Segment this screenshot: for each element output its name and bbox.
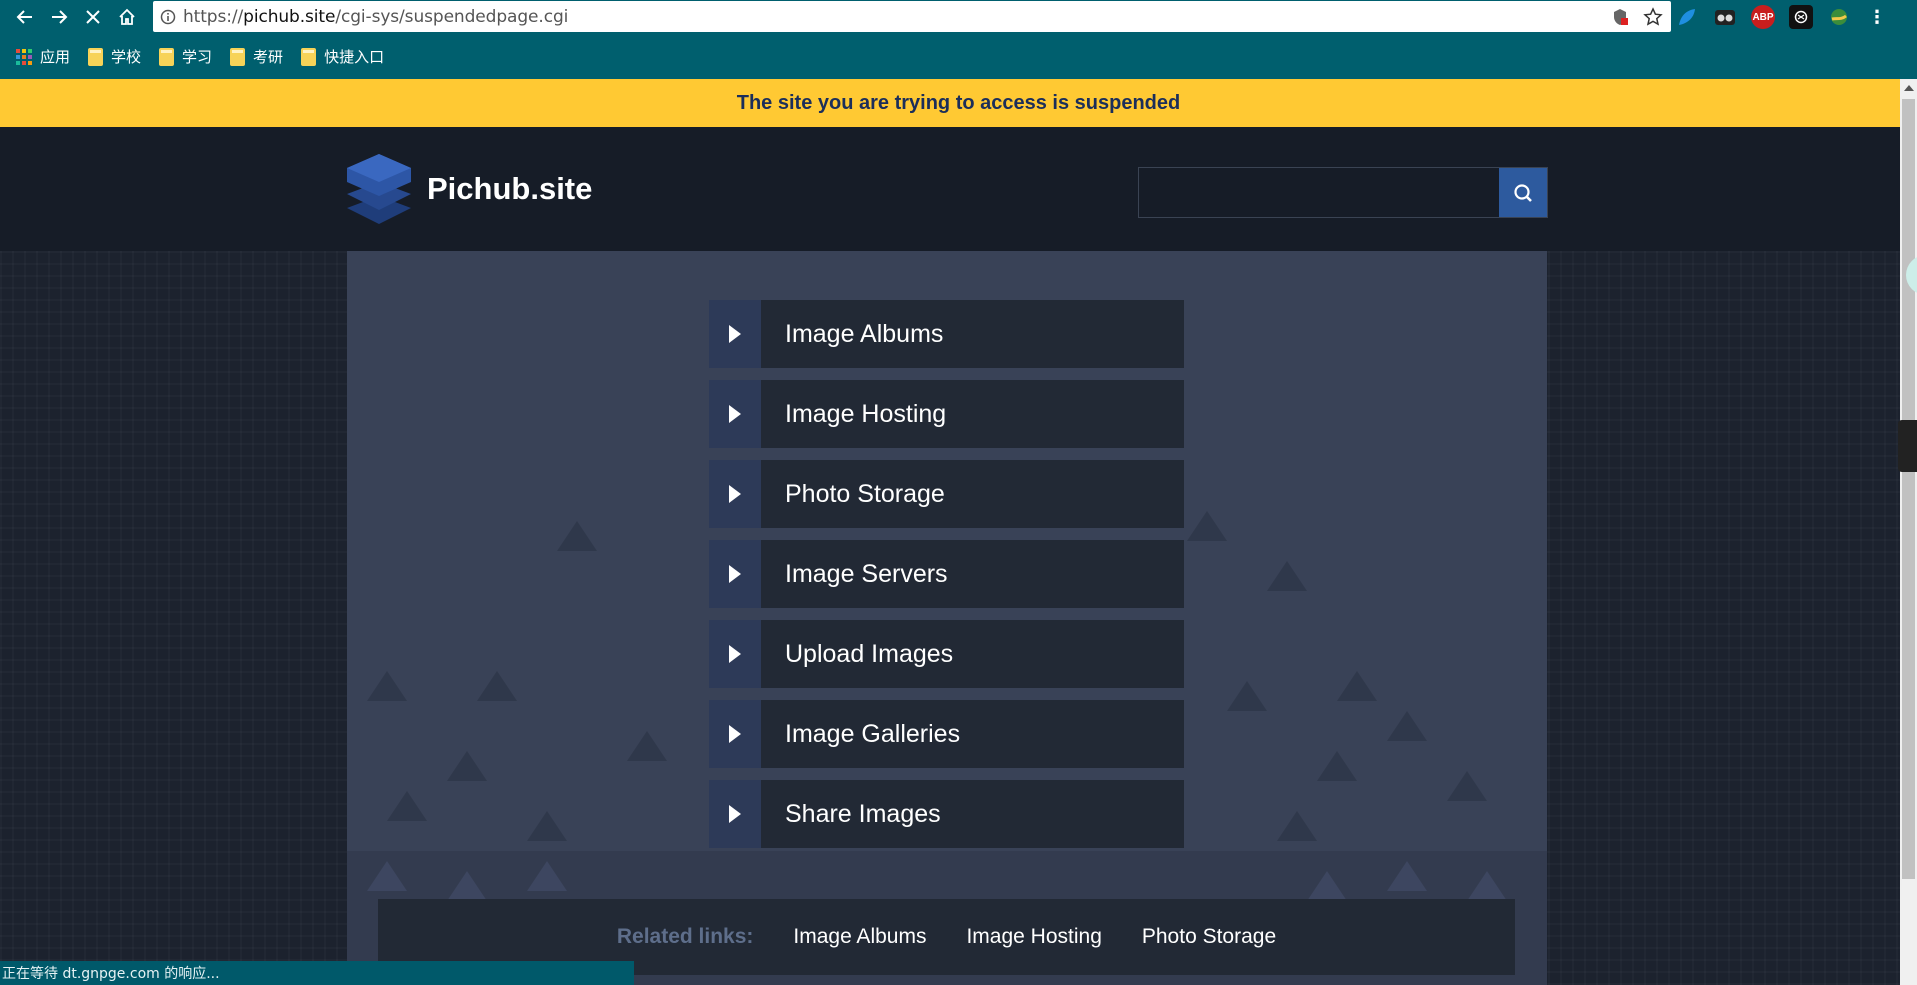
scroll-up-arrow-icon[interactable] (1904, 85, 1914, 91)
glasses-extension-icon[interactable] (1713, 5, 1737, 29)
list-item[interactable]: Image Galleries (709, 700, 1184, 768)
url-host: pichub.site (243, 6, 336, 27)
list-item[interactable]: Image Hosting (709, 380, 1184, 448)
suspended-banner: The site you are trying to access is sus… (0, 79, 1917, 127)
list-item[interactable]: Upload Images (709, 620, 1184, 688)
apps-grid-icon (16, 48, 32, 65)
bookmarks-bar: 应用 学校 学习 考研 快捷入口 (0, 34, 1917, 79)
triangle-right-icon (729, 565, 741, 583)
close-icon (86, 10, 100, 24)
star-icon[interactable] (1643, 6, 1663, 27)
blocked-content-icon[interactable] (1611, 8, 1629, 26)
site-header: Pichub.site (0, 127, 1917, 251)
info-icon[interactable] (153, 9, 183, 25)
bookmark-label: 快捷入口 (324, 48, 385, 66)
logo-text: Pichub.site (427, 171, 593, 206)
list-item[interactable]: Image Albums (709, 300, 1184, 368)
abp-extension-icon[interactable]: ABP (1751, 5, 1775, 29)
vertical-scrollbar[interactable] (1900, 79, 1917, 985)
search-input[interactable] (1139, 168, 1499, 217)
list-item-label: Share Images (761, 780, 1184, 848)
search-icon (1514, 183, 1532, 202)
related-link[interactable]: Photo Storage (1142, 925, 1276, 949)
bookmark-label: 学习 (182, 48, 213, 66)
url-path: /cgi-sys/suspendedpage.cgi (335, 6, 569, 27)
bookmark-label: 应用 (40, 48, 71, 66)
status-text: 正在等待 dt.gnpge.com 的响应... (2, 966, 220, 982)
bookmark-folder-exam[interactable]: 考研 (230, 46, 283, 67)
triangle-right-icon (729, 725, 741, 743)
bookmark-folder-school[interactable]: 学校 (88, 46, 141, 67)
triangle-right-icon (729, 325, 741, 343)
list-item-label: Photo Storage (761, 460, 1184, 528)
leaf-extension-icon[interactable] (1675, 5, 1699, 29)
folder-icon (159, 47, 175, 66)
bookmark-apps[interactable]: 应用 (16, 46, 70, 67)
triangle-right-icon (729, 405, 741, 423)
site-logo[interactable]: Pichub.site (345, 152, 592, 226)
banner-text: The site you are trying to access is sus… (736, 91, 1181, 114)
bookmark-folder-shortcuts[interactable]: 快捷入口 (301, 46, 384, 67)
arrow-left-icon (16, 10, 32, 24)
list-item-label: Image Servers (761, 540, 1184, 608)
folder-icon (301, 47, 317, 66)
menu-dots-icon[interactable]: ⋮ (1865, 5, 1889, 29)
stop-loading-button[interactable] (76, 0, 110, 34)
folder-icon (230, 47, 246, 66)
search-box (1138, 167, 1548, 218)
url-text[interactable]: https://pichub.site/cgi-sys/suspendedpag… (183, 7, 568, 27)
layers-logo-icon (347, 154, 411, 224)
list-item[interactable]: Photo Storage (709, 460, 1184, 528)
list-item-label: Upload Images (761, 620, 1184, 688)
related-links-label: Related links: (616, 925, 754, 948)
back-button[interactable] (8, 0, 42, 34)
search-button[interactable] (1499, 168, 1547, 217)
home-icon (119, 8, 135, 25)
openai-extension-icon[interactable] (1789, 5, 1813, 29)
browser-toolbar: https://pichub.site/cgi-sys/suspendedpag… (0, 0, 1917, 34)
home-button[interactable] (110, 0, 144, 34)
triangle-right-icon (729, 805, 741, 823)
url-prefix: https:// (183, 6, 244, 27)
list-item[interactable]: Image Servers (709, 540, 1184, 608)
list-item-label: Image Albums (761, 300, 1184, 368)
globe-extension-icon[interactable] (1827, 5, 1851, 29)
list-item[interactable]: Share Images (709, 780, 1184, 848)
address-bar[interactable]: https://pichub.site/cgi-sys/suspendedpag… (153, 1, 1671, 32)
list-item-label: Image Galleries (761, 700, 1184, 768)
list-item-label: Image Hosting (761, 380, 1184, 448)
arrow-right-icon (52, 10, 68, 24)
browser-status-bar: 正在等待 dt.gnpge.com 的响应... (0, 961, 634, 985)
scrollbar-thumb[interactable] (1902, 99, 1915, 879)
folder-icon (88, 47, 104, 66)
floating-side-panel-tab[interactable] (1898, 420, 1917, 472)
forward-button[interactable] (42, 0, 76, 34)
bookmark-label: 学校 (111, 48, 142, 66)
triangle-right-icon (729, 645, 741, 663)
bookmark-label: 考研 (253, 48, 284, 66)
bookmark-folder-study[interactable]: 学习 (159, 46, 212, 67)
related-link[interactable]: Image Albums (793, 925, 926, 949)
triangle-right-icon (729, 485, 741, 503)
related-link[interactable]: Image Hosting (966, 925, 1101, 949)
